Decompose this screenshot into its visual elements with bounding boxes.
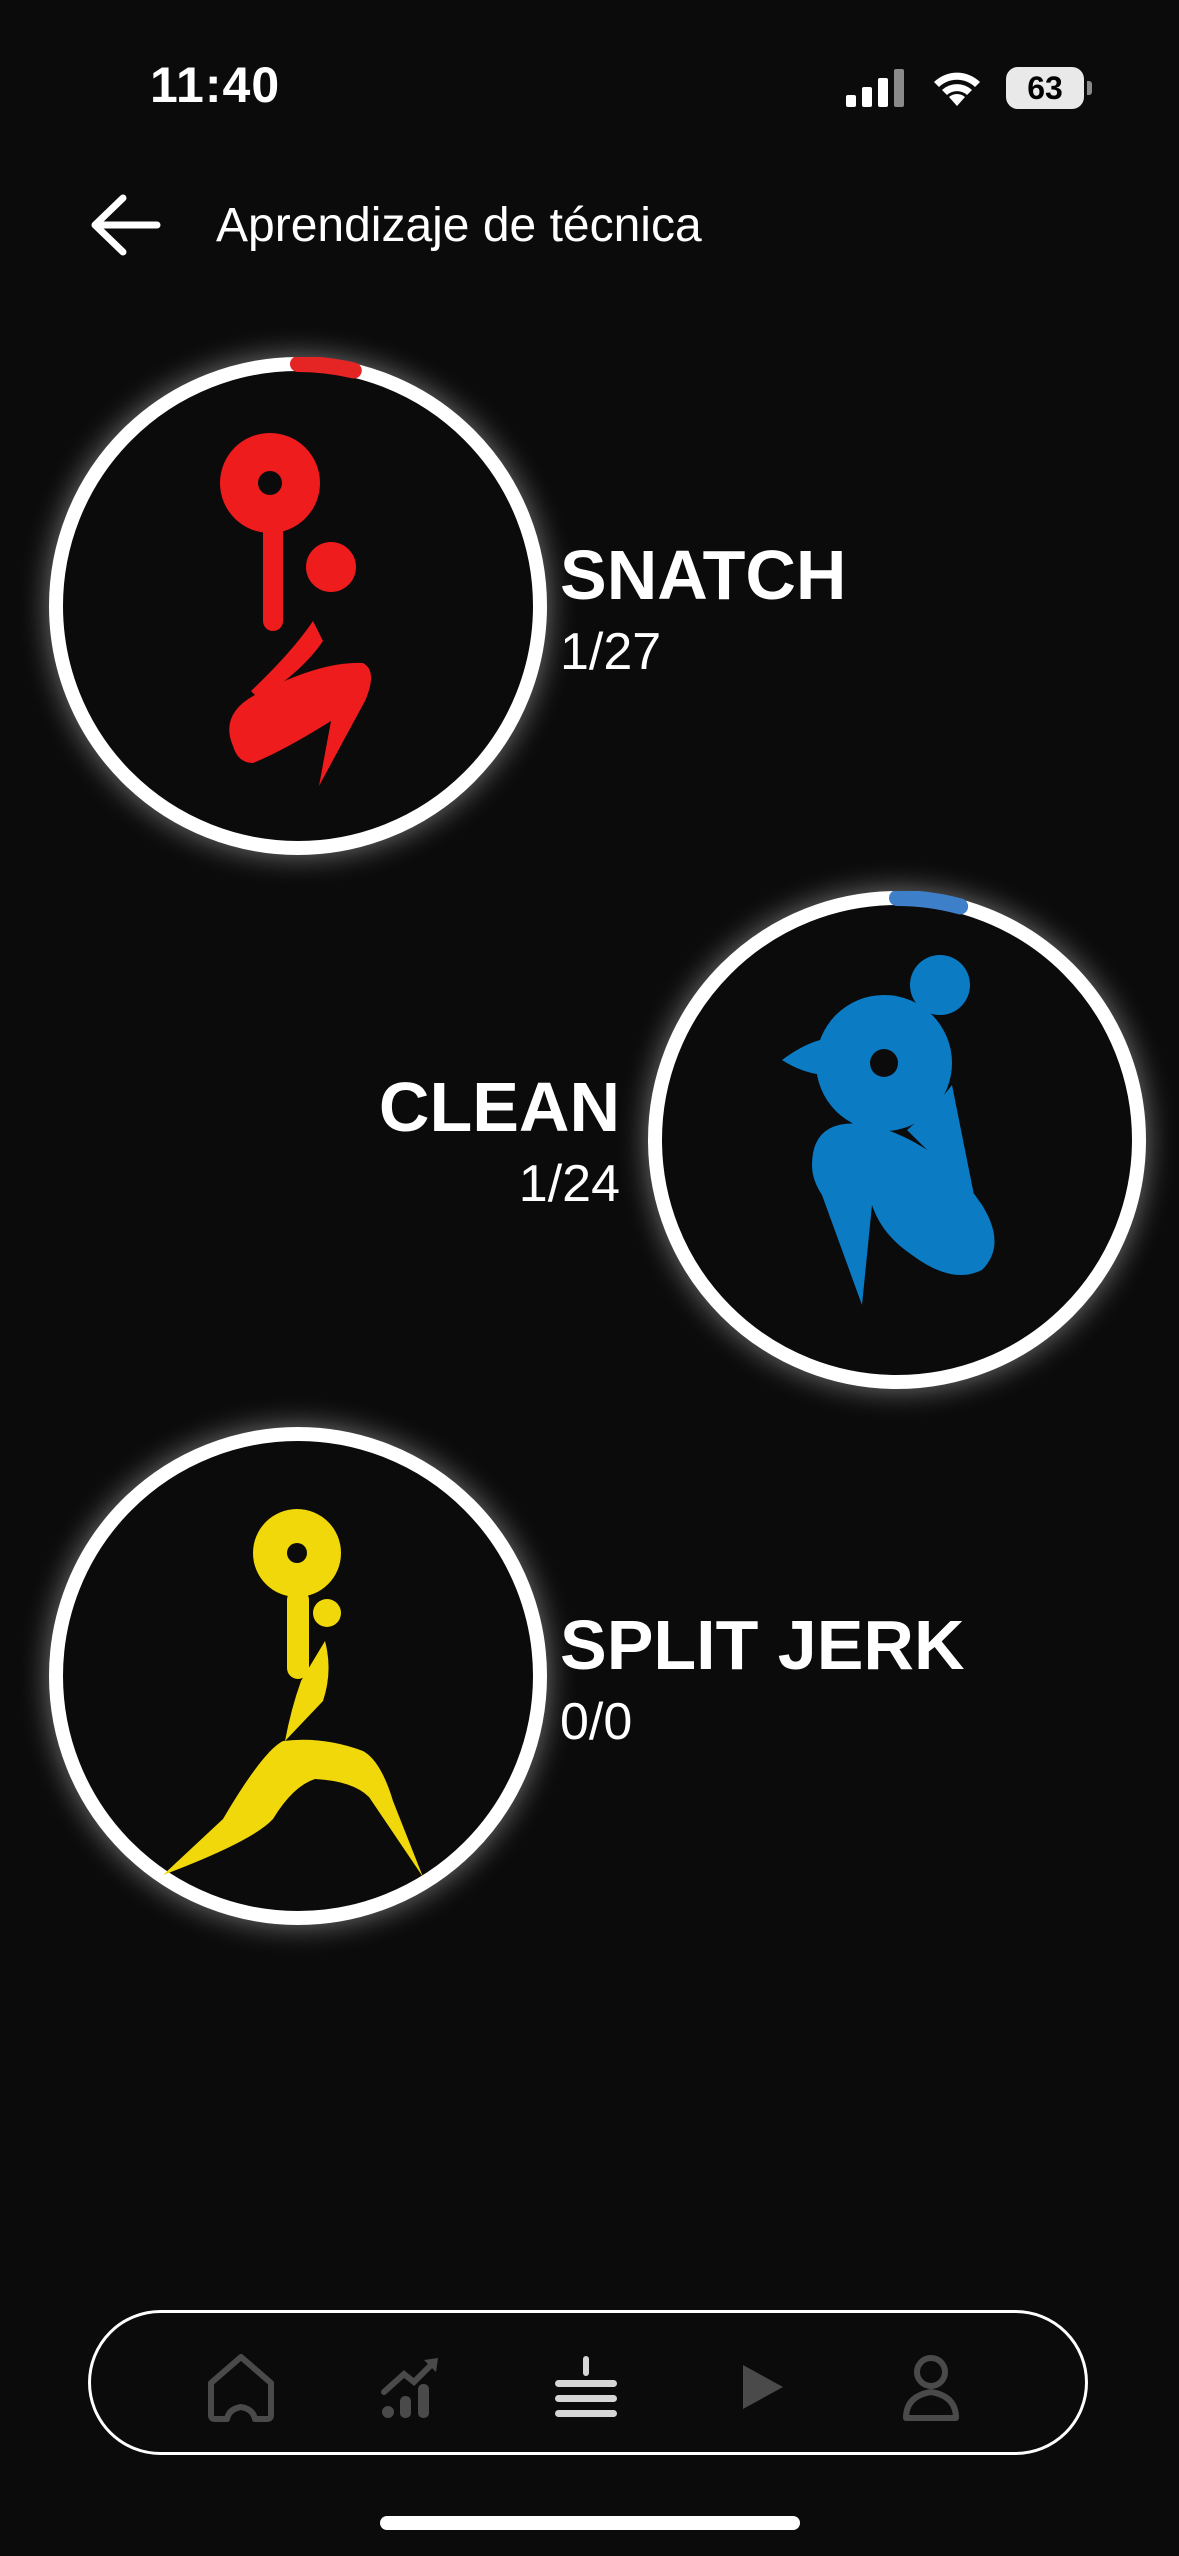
home-icon: [208, 2354, 274, 2422]
cellular-signal-icon: [846, 69, 904, 107]
stats-icon: [381, 2358, 438, 2418]
split-jerk-title: SPLIT JERK: [560, 1606, 965, 1684]
status-icons: 63: [846, 60, 1092, 116]
snatch-count: 1/27: [560, 623, 662, 681]
nav-home[interactable]: [201, 2347, 281, 2427]
clean-ring[interactable]: [648, 891, 1146, 1389]
nav-stats[interactable]: [371, 2347, 451, 2427]
battery-level: 63: [1027, 69, 1063, 106]
profile-icon: [903, 2355, 959, 2421]
wifi-icon: [934, 72, 980, 106]
nav-profile[interactable]: [891, 2347, 971, 2427]
page-title: Aprendizaje de técnica: [216, 199, 702, 252]
split-jerk-info[interactable]: SPLIT JERK 0/0: [560, 1610, 965, 1748]
snatch-lifter-icon: [220, 433, 372, 786]
snatch-ring[interactable]: [49, 357, 547, 855]
nav-play[interactable]: [721, 2347, 801, 2427]
back-button[interactable]: [75, 185, 175, 265]
clean-count: 1/24: [518, 1155, 620, 1213]
split-jerk-count: 0/0: [560, 1693, 633, 1751]
clean-lifter-icon: [782, 955, 995, 1305]
snatch-info[interactable]: SNATCH 1/27: [560, 540, 846, 678]
snatch-title: SNATCH: [560, 536, 847, 614]
bottom-nav: [88, 2310, 1088, 2455]
status-time: 11:40: [150, 57, 281, 113]
arrow-left-icon: [91, 194, 161, 256]
clean-title: CLEAN: [378, 1068, 620, 1146]
nav-technique[interactable]: [546, 2347, 626, 2427]
home-indicator[interactable]: [380, 2516, 800, 2530]
battery-icon: 63: [1006, 67, 1092, 109]
split-jerk-lifter-icon: [163, 1509, 423, 1877]
split-jerk-ring[interactable]: [49, 1427, 547, 1925]
barbell-icon: [555, 2356, 617, 2417]
clean-info[interactable]: CLEAN 1/24: [320, 1072, 620, 1210]
play-icon: [743, 2365, 783, 2409]
